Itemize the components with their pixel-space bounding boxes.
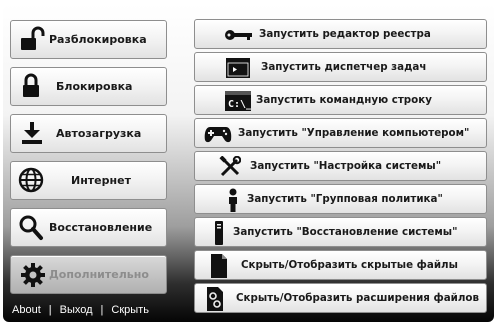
app-window: Разблокировка Блокировка Автозагрузка Ин… (3, 4, 494, 322)
registry-editor-button[interactable]: Запустить редактор реестра (194, 19, 487, 49)
file-extensions-button[interactable]: Скрыть/Отобразить расширения файлов (194, 283, 487, 313)
internet-button[interactable]: Интернет (10, 161, 167, 200)
unlock-icon (19, 26, 45, 52)
lock-icon (19, 73, 45, 99)
system-restore-label: Запустить "Восстановление системы" (233, 226, 458, 238)
key-icon (225, 28, 253, 42)
globe-icon (17, 166, 45, 194)
task-manager-label: Запустить диспетчер задач (261, 61, 427, 73)
computer-management-button[interactable]: Запустить "Управление компьютером" (194, 118, 487, 148)
about-link[interactable]: About (12, 304, 41, 316)
download-tray-icon (19, 120, 45, 146)
system-restore-button[interactable]: Запустить "Восстановление системы" (194, 217, 487, 247)
hidden-files-button[interactable]: Скрыть/Отобразить скрытые файлы (194, 250, 487, 280)
registry-editor-label: Запустить редактор реестра (259, 28, 431, 40)
footer-links: About | Выход | Скрыть (12, 304, 149, 316)
tools-icon (219, 156, 241, 178)
advanced-button[interactable]: Дополнительно (10, 255, 167, 294)
person-icon (227, 188, 239, 212)
autorun-label: Автозагрузка (56, 127, 142, 140)
file-settings-icon (206, 287, 224, 311)
autorun-button[interactable]: Автозагрузка (10, 114, 167, 153)
unlock-label: Разблокировка (49, 33, 147, 46)
gear-icon (19, 261, 47, 289)
group-policy-button[interactable]: Запустить "Групповая политика" (194, 184, 487, 214)
lock-button[interactable]: Блокировка (10, 67, 167, 106)
group-policy-label: Запустить "Групповая политика" (247, 193, 443, 205)
file-icon (210, 254, 228, 278)
hidden-files-label: Скрыть/Отобразить скрытые файлы (241, 259, 458, 271)
magnifier-icon (17, 214, 45, 242)
hide-link[interactable]: Скрыть (111, 304, 149, 316)
command-prompt-button[interactable]: C:\_ Запустить командную строку (194, 85, 487, 115)
tower-pc-icon (214, 221, 224, 245)
task-manager-button[interactable]: Запустить диспетчер задач (194, 52, 487, 82)
footer-separator: | (100, 304, 104, 316)
computer-management-label: Запустить "Управление компьютером" (238, 127, 470, 139)
command-prompt-label: Запустить командную строку (256, 94, 432, 106)
footer-separator: | (48, 304, 52, 316)
restore-label: Восстановление (49, 221, 153, 234)
command-prompt-icon: C:\_ (225, 91, 251, 111)
task-manager-window-icon (226, 58, 250, 78)
lock-label: Блокировка (56, 80, 133, 93)
exit-link[interactable]: Выход (60, 304, 93, 316)
gamepad-icon (204, 125, 232, 143)
internet-label: Интернет (71, 174, 131, 187)
command-prompt-icon-text: C:\_ (228, 99, 251, 110)
advanced-label: Дополнительно (49, 268, 149, 281)
unlock-button[interactable]: Разблокировка (10, 20, 167, 59)
file-extensions-label: Скрыть/Отобразить расширения файлов (236, 292, 479, 304)
system-config-label: Запустить "Настройка системы" (250, 160, 442, 172)
system-config-button[interactable]: Запустить "Настройка системы" (194, 151, 487, 181)
restore-button[interactable]: Восстановление (10, 208, 167, 247)
